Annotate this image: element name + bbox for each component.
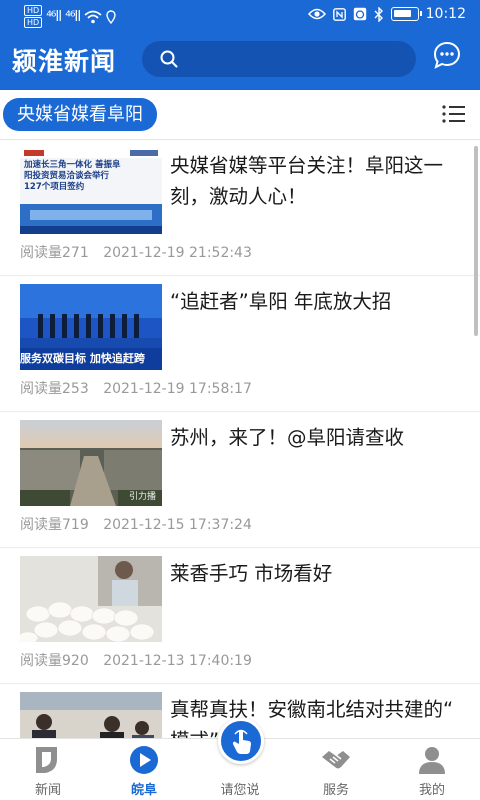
bluetooth-icon <box>374 6 383 22</box>
tab-label: 新闻 <box>34 783 61 798</box>
tab-label: 我的 <box>418 783 445 798</box>
tab-wanfu[interactable]: 皖阜 <box>96 739 192 800</box>
status-bar: HD HD ⁴⁶ll ⁴⁶ll 10:12 <box>0 0 480 34</box>
tab-news[interactable]: 新闻 <box>0 739 96 800</box>
search-input[interactable] <box>142 41 416 77</box>
channel-tab-current[interactable]: 央媒省媒看阜阳 <box>3 98 157 131</box>
article-item[interactable]: 加速长三角一体化 善振阜 阳投资贸易洽谈会举行 127个项目签约 央媒省媒等平台… <box>0 140 480 276</box>
menu-list-icon[interactable] <box>442 104 466 124</box>
channel-bar: 央媒省媒看阜阳 <box>0 90 480 140</box>
article-meta: 阅读量271 2021-12-19 21:52:43 <box>20 242 252 262</box>
article-item[interactable]: 服务双碳目标 加快追赶跨 “追赶者”阜阳 年底放大招 阅读量253 2021-1… <box>0 276 480 412</box>
read-count: 阅读量920 <box>20 653 89 669</box>
article-title: “追赶者”阜阳 年底放大招 <box>170 290 392 313</box>
thumb-headline-2: 阳投资贸易洽谈会举行 <box>24 171 110 181</box>
hd-badges: HD HD <box>24 5 43 28</box>
article-title: 莱香手巧 市场看好 <box>170 562 333 585</box>
user-icon <box>419 747 445 774</box>
alarm-icon <box>353 7 366 21</box>
publish-time: 2021-12-15 17:37:24 <box>103 517 252 533</box>
status-left: HD HD ⁴⁶ll ⁴⁶ll <box>24 5 116 28</box>
news-icon <box>36 747 57 773</box>
location-icon <box>106 9 116 24</box>
publish-time: 2021-12-13 17:40:19 <box>103 653 252 669</box>
search-icon <box>160 50 178 68</box>
play-icon <box>130 746 158 774</box>
app-logo-title: 颍淮新闻 <box>12 47 117 76</box>
nfc-icon <box>332 7 346 21</box>
eye-icon <box>307 8 326 20</box>
status-time: 10:12 <box>425 6 466 22</box>
article-list: 加速长三角一体化 善振阜 阳投资贸易洽谈会举行 127个项目签约 央媒省媒等平台… <box>0 140 480 738</box>
article-thumbnail <box>20 692 162 738</box>
message-icon[interactable] <box>432 40 462 70</box>
wifi-icon <box>84 10 102 23</box>
hd-badge-1: HD <box>24 5 43 16</box>
thumb-headline-3: 127个项目签约 <box>24 182 85 192</box>
read-count: 阅读量253 <box>20 381 89 397</box>
handshake-icon <box>322 751 350 769</box>
article-meta: 阅读量920 2021-12-13 17:40:19 <box>20 650 252 670</box>
thumb-watermark: 引力播 <box>128 492 156 502</box>
publish-time: 2021-12-19 21:52:43 <box>103 245 252 261</box>
top-header: HD HD ⁴⁶ll ⁴⁶ll 10:12 颍淮新闻 <box>0 0 480 90</box>
speak-fab-button[interactable] <box>218 718 264 764</box>
article-item[interactable]: 引力播 苏州，来了！@阜阳请查收 阅读量719 2021-12-15 17:37… <box>0 412 480 548</box>
signal-icon-2: ⁴⁶ll <box>65 8 81 25</box>
touch-icon <box>232 729 251 754</box>
read-count: 阅读量271 <box>20 245 89 261</box>
tab-service[interactable]: 服务 <box>288 739 384 800</box>
status-right: 10:12 <box>307 6 466 22</box>
article-meta: 阅读量253 2021-12-19 17:58:17 <box>20 378 252 398</box>
hd-badge-2: HD <box>24 17 43 28</box>
app-bar: 颍淮新闻 <box>0 36 480 86</box>
article-meta: 阅读量719 2021-12-15 17:37:24 <box>20 514 252 534</box>
read-count: 阅读量719 <box>20 517 89 533</box>
battery-icon <box>390 7 422 21</box>
publish-time: 2021-12-19 17:58:17 <box>103 381 252 397</box>
thumb-banner-text: 服务双碳目标 加快追赶跨 <box>20 352 145 365</box>
article-thumbnail <box>20 556 162 642</box>
scrollbar[interactable] <box>474 146 478 336</box>
tab-label: 请您说 <box>220 783 260 798</box>
article-title: 央媒省媒等平台关注！阜阳这一刻，激动人心！ <box>170 154 444 208</box>
tab-mine[interactable]: 我的 <box>384 739 480 800</box>
article-title: 真帮真扶！安徽南北结对共建的“ 模式”！ <box>170 698 454 738</box>
article-title: 苏州，来了！@阜阳请查收 <box>170 426 405 449</box>
tab-label: 皖阜 <box>130 783 157 798</box>
tab-label: 服务 <box>322 783 349 798</box>
article-thumbnail: 引力播 <box>20 420 162 506</box>
signal-icon-1: ⁴⁶ll <box>46 8 62 25</box>
article-thumbnail: 服务双碳目标 加快追赶跨 <box>20 284 162 370</box>
article-item[interactable]: 莱香手巧 市场看好 阅读量920 2021-12-13 17:40:19 <box>0 548 480 684</box>
article-thumbnail: 加速长三角一体化 善振阜 阳投资贸易洽谈会举行 127个项目签约 <box>20 148 162 234</box>
thumb-headline-1: 加速长三角一体化 善振阜 <box>24 160 121 170</box>
